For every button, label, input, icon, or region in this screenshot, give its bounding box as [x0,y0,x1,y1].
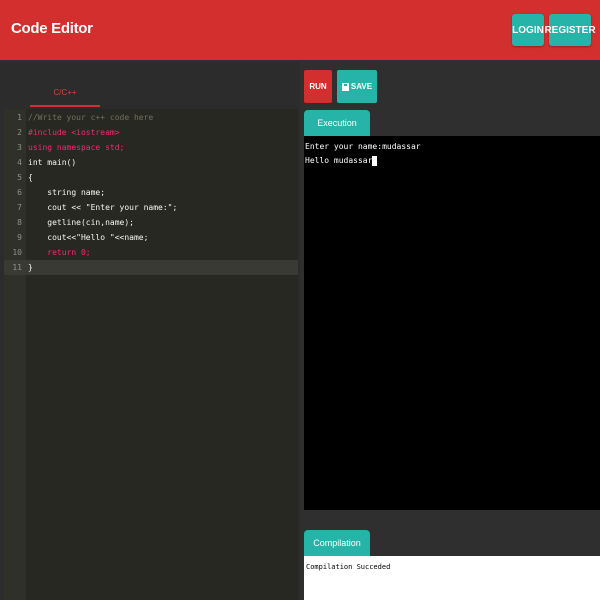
code-line[interactable]: 3 using namespace std; [4,140,298,155]
code-text: { [28,173,33,182]
console-text: Hello mudassar [305,156,373,165]
code-editor[interactable]: 1 //Write your c++ code here 2 #include … [4,109,298,600]
code-line-active[interactable]: 11 } [4,260,298,275]
code-line[interactable]: 2 #include <iostream> [4,125,298,140]
code-line[interactable]: 8 getline(cin,name); [4,215,298,230]
app-title: Code Editor [11,20,93,37]
save-button[interactable]: SAVE [337,70,377,103]
line-number: 7 [17,203,22,212]
code-text: } [28,263,33,272]
code-line[interactable]: 1 //Write your c++ code here [4,110,298,125]
line-number: 1 [17,113,22,122]
line-number: 9 [17,233,22,242]
tab-compilation[interactable]: Compilation [304,530,370,556]
text-cursor [372,155,378,166]
save-button-label: SAVE [350,82,373,91]
console-line: Enter your name:mudassar [305,142,421,151]
line-number: 6 [17,188,22,197]
code-text: int main() [28,158,77,167]
code-line[interactable]: 6 string name; [4,185,298,200]
tab-execution[interactable]: Execution [304,110,370,136]
code-line[interactable]: 5 { [4,170,298,185]
code-text: #include <iostream> [28,128,120,137]
app-header: Code Editor LOGIN REGISTER [0,0,600,60]
console-line-last: Hello mudassar [305,154,600,168]
line-number: 3 [17,143,22,152]
login-button[interactable]: LOGIN [512,14,544,46]
code-text: //Write your c++ code here [28,113,154,122]
code-line[interactable]: 9 cout<<"Hello "<<name; [4,230,298,245]
code-line[interactable]: 7 cout << "Enter your name:"; [4,200,298,215]
line-number: 10 [12,248,22,257]
code-line[interactable]: 10 return 0; [4,245,298,260]
line-number: 11 [12,263,22,272]
tab-language[interactable]: C/C++ [30,80,100,107]
code-text: return 0; [28,248,91,257]
code-text: using namespace std; [28,143,125,152]
run-button[interactable]: RUN [304,70,332,103]
code-text: cout<<"Hello "<<name; [28,233,149,242]
code-text: string name; [28,188,106,197]
execution-console[interactable]: Enter your name:mudassar Hello mudassar [304,136,600,510]
line-number: 5 [17,173,22,182]
code-text: cout << "Enter your name:"; [28,203,178,212]
compilation-output: Compilation Succeded [304,556,600,600]
floppy-disk-icon [341,82,349,91]
line-number: 8 [17,218,22,227]
line-number: 2 [17,128,22,137]
code-text: getline(cin,name); [28,218,134,227]
line-number: 4 [17,158,22,167]
register-button[interactable]: REGISTER [544,14,596,46]
code-line[interactable]: 4 int main() [4,155,298,170]
